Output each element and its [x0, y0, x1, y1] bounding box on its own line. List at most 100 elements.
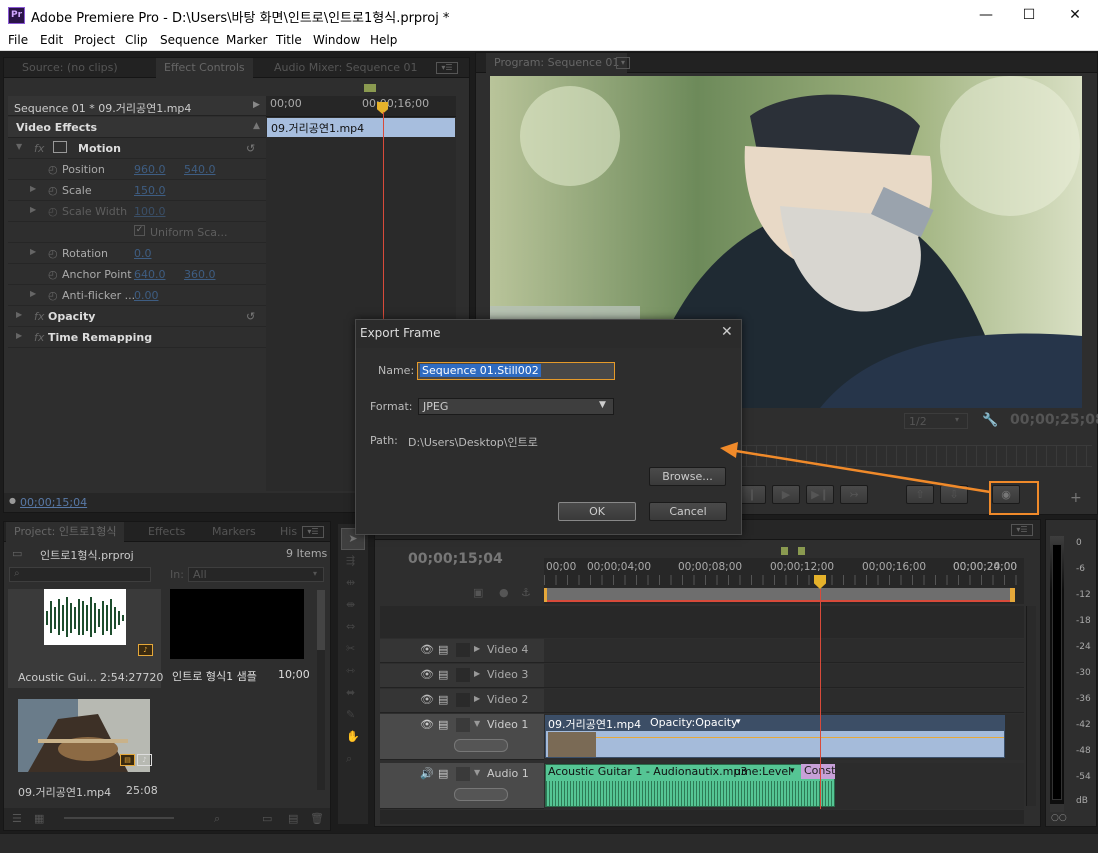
- lock-toggle[interactable]: [456, 767, 470, 781]
- project-search-input[interactable]: ⌕: [9, 567, 151, 582]
- panel-menu-icon[interactable]: ▾☰: [1011, 524, 1033, 536]
- scale-value[interactable]: 150.0: [134, 184, 166, 197]
- uniform-scale-row[interactable]: ✓ Uniform Sca...: [8, 222, 266, 243]
- marker-add-icon[interactable]: ●: [499, 586, 509, 599]
- timeline-timecode[interactable]: 00;00;15;04: [408, 551, 503, 567]
- tab-effect-controls[interactable]: Effect Controls: [156, 58, 253, 78]
- video-clip[interactable]: 09.거리공연1.mp4 Opacity:Opacity ▾: [545, 715, 1005, 758]
- film-icon[interactable]: ▤: [438, 767, 448, 780]
- track-select-icon[interactable]: ⇶: [346, 554, 355, 567]
- ripple-edit-icon[interactable]: ⇹: [346, 576, 355, 589]
- expand-right-icon[interactable]: ▶: [30, 289, 36, 298]
- icon-view-icon[interactable]: ▦: [34, 812, 44, 825]
- stopwatch-icon[interactable]: ◴: [48, 163, 58, 176]
- video-clip-fx[interactable]: Opacity:Opacity: [650, 716, 738, 729]
- expand-down-icon[interactable]: ▼: [16, 142, 22, 151]
- time-remapping-row[interactable]: ▶ fx Time Remapping: [8, 327, 266, 348]
- meter-clip-indicator[interactable]: [1050, 804, 1064, 812]
- expand-right-icon[interactable]: ▶: [474, 669, 480, 678]
- ec-time-ruler[interactable]: 00;00 00;00;16;00: [266, 96, 456, 117]
- film-icon[interactable]: ▤: [438, 668, 448, 681]
- eye-icon[interactable]: 👁: [420, 693, 434, 706]
- in-select[interactable]: All ▾: [188, 567, 324, 582]
- project-item-sequence[interactable]: 인트로 형식1 샘플 10;00: [164, 589, 316, 688]
- audio-clip[interactable]: Acoustic Guitar 1 - Audionautix.mp3 ume:…: [545, 764, 835, 807]
- menu-edit[interactable]: Edit: [40, 33, 63, 47]
- eye-icon[interactable]: 👁: [420, 668, 434, 681]
- film-icon[interactable]: ▤: [438, 693, 448, 706]
- menu-window[interactable]: Window: [313, 33, 360, 47]
- ec-timecode[interactable]: 00;00;15;04: [20, 496, 87, 509]
- rate-stretch-icon[interactable]: ⇔: [346, 620, 355, 633]
- opacity-effect-row[interactable]: ▶ fx Opacity ↺: [8, 306, 266, 327]
- uniform-scale-checkbox[interactable]: ✓: [134, 225, 145, 236]
- track-row-video4[interactable]: [544, 639, 1024, 663]
- expand-right-icon[interactable]: ▶: [474, 644, 480, 653]
- speaker-icon[interactable]: 🔊: [420, 767, 434, 780]
- lock-toggle[interactable]: [456, 718, 470, 732]
- find-icon[interactable]: ⌕: [214, 812, 220, 826]
- fx-icon[interactable]: fx: [34, 142, 44, 155]
- fx-icon[interactable]: fx: [34, 331, 44, 344]
- timeline-ruler[interactable]: 00;00 00;00;04;00 00;00;08;00 00;00;12;0…: [544, 558, 1024, 604]
- anchor-y-value[interactable]: 360.0: [184, 268, 216, 281]
- panel-menu-icon[interactable]: ▾☰: [436, 62, 458, 74]
- stopwatch-icon[interactable]: ◴: [48, 289, 58, 302]
- program-timecode[interactable]: 00;00;25;08: [1010, 412, 1098, 428]
- expand-right-icon[interactable]: ▶: [16, 331, 22, 340]
- menu-help[interactable]: Help: [370, 33, 397, 47]
- rotation-value[interactable]: 0.0: [134, 247, 152, 260]
- lock-toggle[interactable]: [456, 693, 470, 707]
- tab-program[interactable]: Program: Sequence 01: [486, 53, 628, 73]
- keyframe-nav-control[interactable]: [454, 739, 508, 752]
- film-icon[interactable]: ▤: [438, 718, 448, 731]
- track-row-video2[interactable]: [544, 689, 1024, 713]
- minimize-button[interactable]: —: [963, 0, 1009, 31]
- tab-history[interactable]: His: [272, 522, 305, 542]
- stopwatch-icon[interactable]: ◴: [48, 184, 58, 197]
- scale-width-row[interactable]: ▶ ◴ Scale Width 100.0: [8, 201, 266, 222]
- lock-toggle[interactable]: [456, 668, 470, 682]
- position-row[interactable]: ◴ Position 960.0 540.0: [8, 159, 266, 180]
- expand-down-icon[interactable]: ▼: [474, 719, 480, 728]
- project-item-audio[interactable]: ♪ Acoustic Gui... 2:54:27720: [8, 589, 163, 688]
- expand-right-icon[interactable]: ▶: [474, 694, 480, 703]
- eye-icon[interactable]: 👁: [420, 643, 434, 656]
- zoom-icon[interactable]: ⌕: [346, 752, 352, 766]
- razor-icon[interactable]: ✂: [346, 642, 355, 655]
- timeline-scrollbar[interactable]: [1026, 606, 1036, 806]
- list-view-icon[interactable]: ☰: [12, 812, 22, 825]
- track-row-video3[interactable]: [544, 664, 1024, 688]
- pen-icon[interactable]: ✎: [346, 708, 355, 721]
- tab-source[interactable]: Source: (no clips): [14, 58, 126, 78]
- name-field[interactable]: Sequence 01.Still002: [417, 362, 615, 380]
- scale-row[interactable]: ▶ ◴ Scale 150.0: [8, 180, 266, 201]
- slide-icon[interactable]: ⬌: [346, 686, 355, 699]
- eye-icon[interactable]: 👁: [420, 718, 434, 731]
- expand-down-icon[interactable]: ▼: [474, 768, 480, 777]
- work-area-bar[interactable]: [544, 588, 1010, 602]
- reset-icon[interactable]: ↺: [246, 142, 255, 155]
- audio-clip-fx[interactable]: ume:Level: [734, 765, 791, 778]
- lock-toggle[interactable]: [456, 643, 470, 657]
- collapse-up-icon[interactable]: ▲: [253, 121, 260, 131]
- close-window-button[interactable]: ✕: [1052, 0, 1098, 31]
- expand-right-icon[interactable]: ▶: [30, 205, 36, 214]
- solo-left-icon[interactable]: ○○: [1051, 813, 1067, 823]
- fx-icon[interactable]: fx: [34, 310, 44, 323]
- maximize-button[interactable]: ☐: [1006, 0, 1052, 31]
- stopwatch-icon[interactable]: ◴: [48, 205, 58, 218]
- menu-clip[interactable]: Clip: [125, 33, 148, 47]
- menu-file[interactable]: File: [8, 33, 28, 47]
- wrench-icon[interactable]: 🔧: [982, 413, 998, 428]
- opacity-rubberband[interactable]: [596, 737, 1004, 738]
- menu-project[interactable]: Project: [74, 33, 115, 47]
- motion-transform-icon[interactable]: [53, 141, 67, 153]
- anchor-x-value[interactable]: 640.0: [134, 268, 166, 281]
- menu-marker[interactable]: Marker: [226, 33, 267, 47]
- new-item-icon[interactable]: ▤: [288, 812, 298, 825]
- thumbnail-size-slider[interactable]: [64, 817, 174, 819]
- close-icon[interactable]: ✕: [721, 324, 733, 340]
- snap-icon[interactable]: ▣: [473, 586, 483, 599]
- menu-title[interactable]: Title: [276, 33, 302, 47]
